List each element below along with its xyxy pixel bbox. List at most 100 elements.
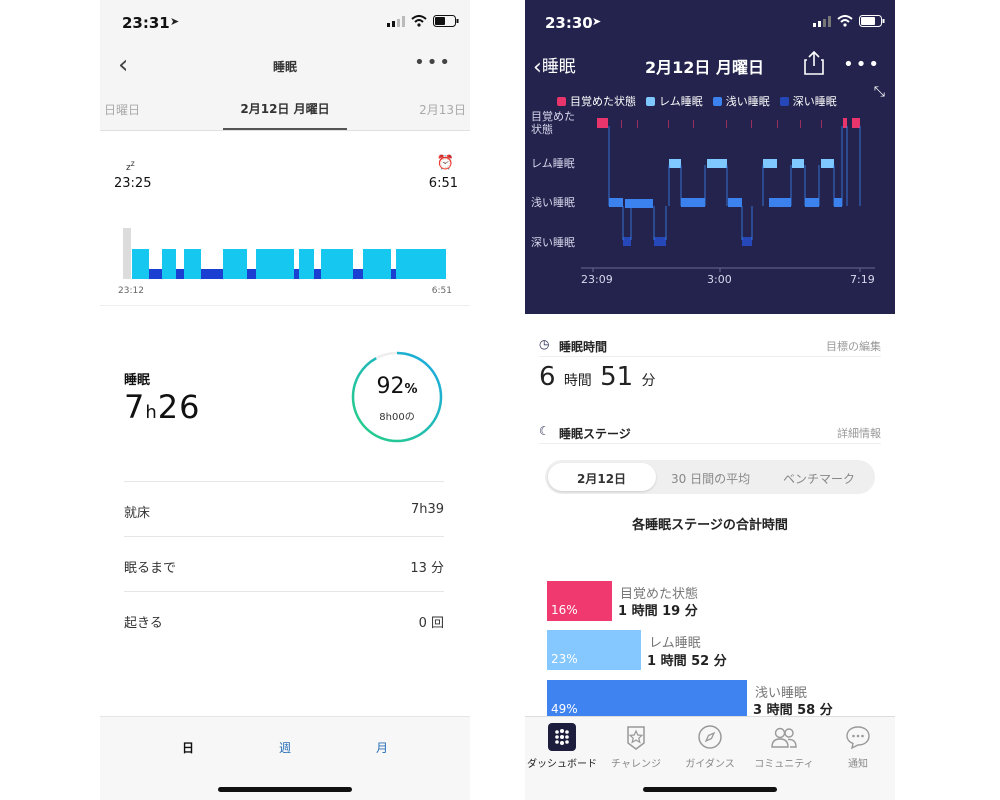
segment-today[interactable]: 2月12日 [577,470,626,487]
light-sleep-block [363,249,391,279]
date-selector: 日曜日 2月12日 月曜日 2月13日 [100,86,470,131]
sleep-label: 睡眠 [124,373,151,388]
light-marks [609,198,842,208]
rem-block [821,159,834,168]
date-next-tab[interactable]: 2月13日 [419,101,466,118]
tab-month[interactable]: 月 [376,739,388,756]
sleep-duration: 6 時間 51 分 [539,362,655,392]
section-label: 睡眠ステージ [559,427,631,441]
tab-challenge[interactable]: チャレンジ [599,723,673,770]
sleep-goal-target: 8h00の [379,412,415,423]
light-sleep-block [321,249,353,279]
sleep-stage-chart [581,118,875,272]
stage-duration-awake: 1 時間 19 分 [618,604,698,619]
awake-mark [597,118,608,128]
deep-marks [623,237,752,246]
awake-mark [852,118,860,128]
stage-totals-title: 各睡眠ステージの合計時間 [632,518,788,533]
light-block [834,198,842,207]
signal-icon [387,15,405,27]
detail-row-label: 眠るまで [124,561,177,576]
sleep-summary: 睡眠 7h26 92% 8h00の 就床 7h39 眠るまで 13 分 起きる … [100,306,470,686]
light-block [805,198,819,207]
star-badge-icon [627,726,645,750]
awake-tick [621,120,622,128]
stage-bar-light: 49% [547,680,747,720]
sleep-stages-section-header: ☾ 睡眠ステージ 詳細情報 [539,422,881,444]
stage-bar-rem: 23% [547,630,641,670]
light-sleep-block [299,249,314,279]
light-block [728,198,742,207]
deep-block [742,237,752,246]
stage-bar-percent: 23% [551,652,578,666]
moon-icon: ☾ [539,424,550,438]
location-arrow-icon: ➤ [170,15,180,28]
left-phone-screen: 23:31 ➤ ‹ 睡眠 ••• 日曜日 2月12日 月曜日 2月13日 zz … [100,0,470,800]
sleep-minutes-unit: 分 [641,373,656,389]
tab-guidance[interactable]: ガイダンス [673,723,747,770]
tab-notifications[interactable]: 通知 [821,723,895,770]
light-sleep-block [184,249,201,279]
sleep-timeline-graphic [123,228,446,279]
awake-marks [597,118,860,128]
tab-label: チャレンジ [611,759,661,770]
light-block [609,198,623,207]
rem-block [792,159,804,168]
stage-bar-percent: 49% [551,702,578,716]
light-sleep-block [162,249,176,279]
sleep-hours-unit: 時間 [563,373,592,389]
sleep-goal-percent-number: 92 [376,374,405,399]
battery-icon [433,15,459,27]
date-current-tab[interactable]: 2月12日 月曜日 [100,100,470,117]
sleep-hours: 7 [124,388,146,426]
awake-tick [800,120,801,128]
light-sleep-block [396,249,446,279]
status-icons [387,15,459,27]
sleep-goal-percent-sign: % [404,382,418,397]
stage-name-rem: レム睡眠 [649,636,701,651]
axis-start-label: 23:12 [118,286,144,296]
stage-bar-percent: 16% [551,603,578,617]
tab-week[interactable]: 週 [279,739,291,756]
tab-community[interactable]: コミュニティ [747,723,821,770]
awake-tick [637,120,638,128]
rem-block [707,159,727,168]
right-phone-screen: 23:30 ➤ ‹睡眠 2月12日 月曜日 ••• 目覚めた状態 レム睡眠 浅い… [525,0,895,800]
detail-row-time-to-sleep: 眠るまで 13 分 [124,536,444,591]
home-indicator [218,787,352,792]
awake-tick [726,120,727,128]
detail-row-value: 0 回 [418,616,444,631]
sleep-stage-header: 23:30 ➤ ‹睡眠 2月12日 月曜日 ••• 目覚めた状態 レム睡眠 浅い… [525,0,895,314]
awake-tick [751,120,752,128]
sleep-minutes: 26 [157,388,201,426]
home-indicator [643,787,777,792]
tab-label: ガイダンス [685,759,735,770]
stage-duration-rem: 1 時間 52 分 [647,654,727,669]
people-icon [771,727,797,748]
tab-day[interactable]: 日 [182,739,194,756]
stage-bar-awake: 16% [547,581,612,621]
detail-row-value: 7h39 [410,502,444,517]
detail-row-value: 13 分 [410,561,444,576]
tab-dashboard[interactable]: ダッシュボード [525,723,599,770]
more-options-icon[interactable]: ••• [414,52,452,73]
x-label-mid: 3:00 [707,273,732,286]
detail-row-label: 起きる [124,616,163,631]
edit-goal-link[interactable]: 目標の編集 [826,338,881,354]
details-link[interactable]: 詳細情報 [837,425,881,441]
tab-label: コミュニティ [754,759,814,770]
clock-icon: ◷ [539,337,550,351]
segment-benchmark[interactable]: ベンチマーク [783,470,855,487]
light-block [681,198,705,207]
wifi-icon [411,15,427,27]
sleep-hours: 6 [539,362,556,392]
rem-block [669,159,681,168]
detail-row-bedtime: 就床 7h39 [124,481,444,536]
axis-end-label: 6:51 [431,286,452,296]
awake-onset-bar [123,228,131,279]
awake-tick [693,120,694,128]
sleep-timeline-chart: zz ⏰ 23:25 6:51 23:12 6:51 [100,131,470,306]
status-time: 23:31 [122,14,170,32]
segment-30day-average[interactable]: 30 日間の平均 [671,470,750,487]
light-sleep-block [132,249,149,279]
